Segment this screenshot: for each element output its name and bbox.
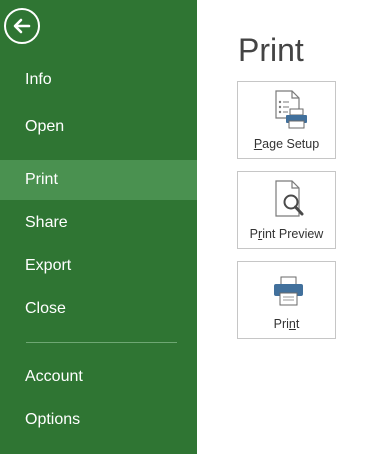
sidebar-item-options[interactable]: Options bbox=[0, 400, 197, 440]
sidebar-item-label: Share bbox=[25, 214, 68, 231]
print-button[interactable]: Print bbox=[237, 261, 336, 339]
back-arrow-icon bbox=[13, 18, 31, 34]
sidebar-item-open[interactable]: Open bbox=[0, 107, 197, 147]
sidebar-item-label: Close bbox=[25, 300, 66, 317]
print-preview-icon bbox=[275, 180, 304, 217]
printer-icon bbox=[274, 276, 303, 306]
sidebar-item-account[interactable]: Account bbox=[0, 357, 197, 397]
sidebar-item-export[interactable]: Export bbox=[0, 246, 197, 286]
sidebar-item-label: Print bbox=[25, 171, 58, 188]
page-title: Print bbox=[238, 32, 304, 68]
sidebar-item-label: Account bbox=[25, 368, 83, 385]
sidebar-item-print[interactable]: Print bbox=[0, 160, 197, 200]
sidebar-item-share[interactable]: Share bbox=[0, 203, 197, 243]
sidebar-divider bbox=[26, 342, 177, 343]
print-label: Print bbox=[273, 317, 300, 331]
page-setup-label: Page Setup bbox=[253, 137, 320, 151]
page-setup-button[interactable]: Page Setup bbox=[237, 81, 336, 159]
sidebar-item-label: Open bbox=[25, 118, 65, 135]
sidebar-item-label: Info bbox=[25, 71, 52, 88]
sidebar-item-label: Options bbox=[25, 411, 81, 428]
page-setup-icon bbox=[275, 90, 307, 129]
sidebar-item-label: Export bbox=[25, 257, 72, 274]
backstage-sidebar: Info Open Print Share Export Close Accou… bbox=[0, 0, 197, 454]
sidebar-item-close[interactable]: Close bbox=[0, 289, 197, 329]
sidebar-item-info[interactable]: Info bbox=[0, 60, 197, 100]
print-preview-button[interactable]: Print Preview bbox=[237, 171, 336, 249]
print-preview-label: Print Preview bbox=[249, 227, 324, 241]
back-button[interactable] bbox=[4, 8, 40, 44]
